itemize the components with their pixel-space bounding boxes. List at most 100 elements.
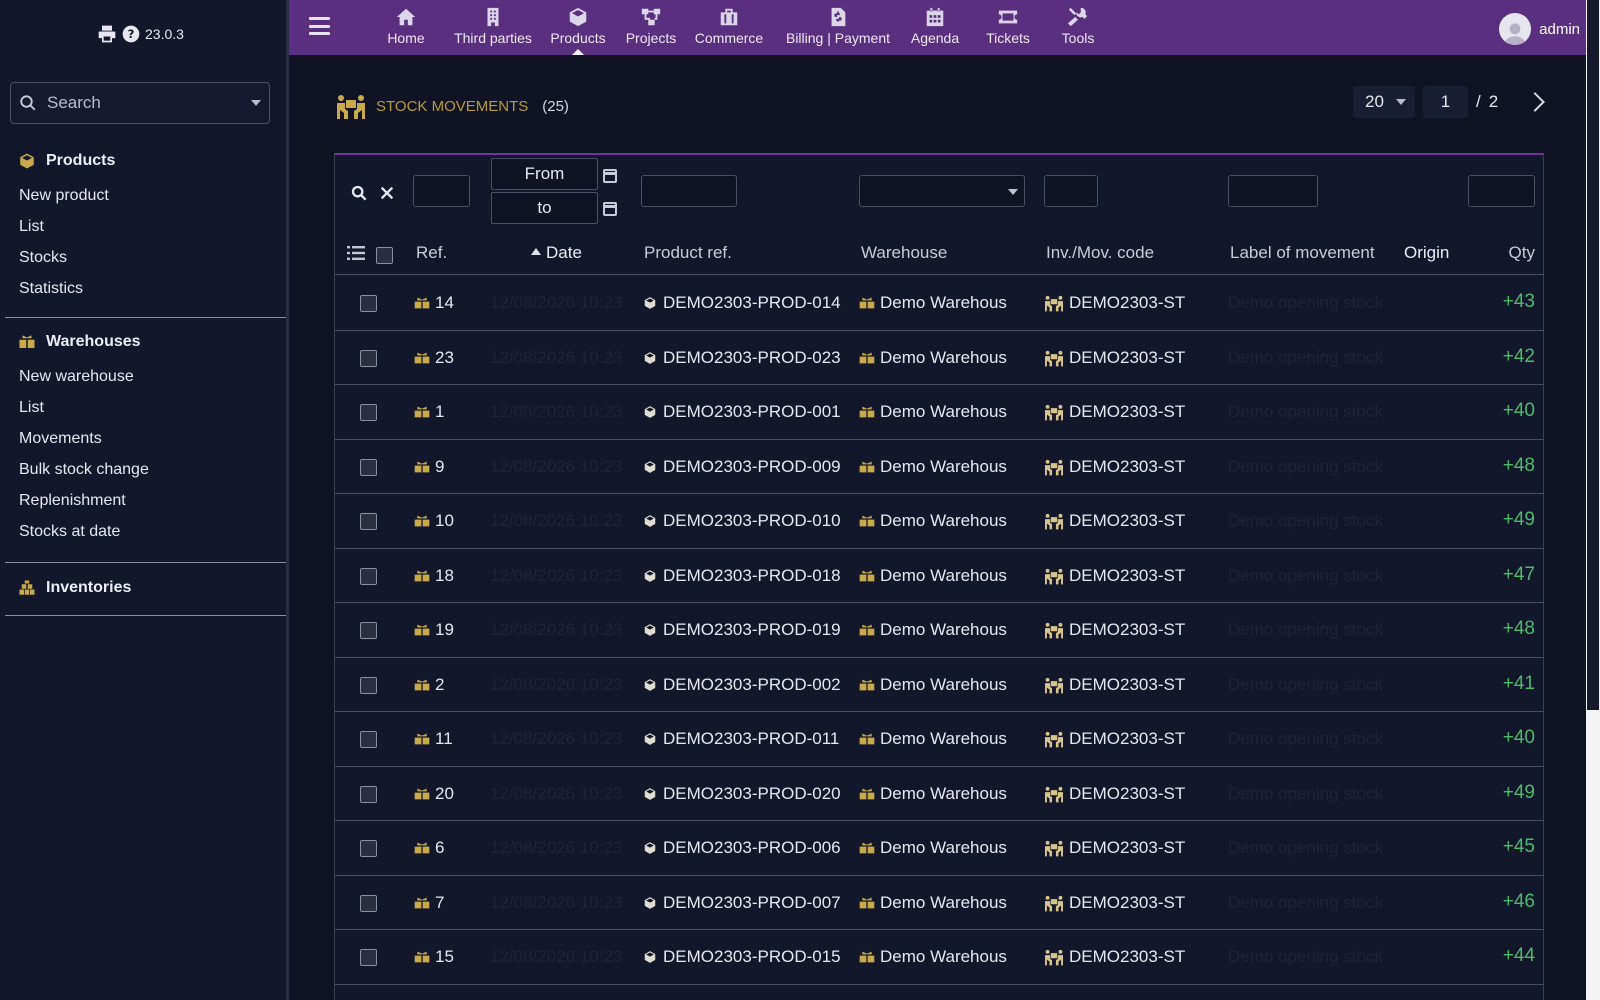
row-product-ref[interactable]: DEMO2303-PROD-011 — [642, 729, 839, 749]
nav-commerce[interactable]: Commerce — [693, 6, 765, 46]
row-checkbox[interactable] — [360, 622, 377, 639]
row-ref[interactable]: 2 — [414, 675, 444, 695]
row-warehouse[interactable]: Demo Warehous — [859, 511, 1007, 531]
nav-products[interactable]: Products — [547, 6, 609, 46]
row-checkbox[interactable] — [360, 894, 377, 912]
row-checkbox[interactable] — [360, 349, 377, 367]
row-ref[interactable]: 14 — [414, 293, 454, 313]
row-warehouse[interactable]: Demo Warehous — [859, 293, 1007, 313]
row-checkbox[interactable] — [360, 458, 377, 476]
row-warehouse[interactable]: Demo Warehous — [859, 402, 1007, 422]
page-number-input[interactable]: 1 — [1423, 86, 1468, 118]
row-mov-code[interactable]: DEMO2303-ST — [1044, 620, 1185, 640]
row-mov-code[interactable]: DEMO2303-ST — [1044, 838, 1185, 858]
filter-ref-input[interactable] — [413, 175, 470, 207]
row-checkbox[interactable] — [360, 785, 377, 803]
row-product-ref[interactable]: DEMO2303-PROD-002 — [642, 675, 841, 695]
page-scrollbar[interactable] — [1586, 0, 1600, 1000]
filter-qty-input[interactable] — [1468, 175, 1535, 207]
page-size-select[interactable]: 20 — [1353, 86, 1415, 118]
menu-item-stocks-at-date[interactable]: Stocks at date — [0, 516, 286, 547]
menu-item-statistics[interactable]: Statistics — [0, 273, 286, 304]
row-ref[interactable]: 18 — [414, 566, 454, 586]
row-warehouse[interactable]: Demo Warehous — [859, 348, 1007, 368]
nav-tickets[interactable]: Tickets — [983, 6, 1033, 46]
row-mov-code[interactable]: DEMO2303-ST — [1044, 511, 1185, 531]
menu-item-warehouse-list[interactable]: List — [0, 392, 286, 423]
menu-item-replenishment[interactable]: Replenishment — [0, 485, 286, 516]
scrollbar-thumb[interactable] — [1587, 0, 1599, 710]
filter-code-input[interactable] — [1044, 175, 1098, 207]
row-ref[interactable]: 6 — [414, 838, 444, 858]
row-mov-code[interactable]: DEMO2303-ST — [1044, 784, 1185, 804]
row-product-ref[interactable]: DEMO2303-PROD-015 — [642, 947, 841, 967]
calendar-icon[interactable] — [603, 202, 617, 216]
col-qty[interactable]: Qty — [1509, 243, 1535, 263]
row-ref[interactable]: 7 — [414, 893, 444, 913]
col-date[interactable]: Date — [531, 243, 582, 263]
nav-projects[interactable]: Projects — [622, 6, 680, 46]
page-total[interactable]: 2 — [1489, 92, 1498, 112]
row-warehouse[interactable]: Demo Warehous — [859, 620, 1007, 640]
row-checkbox[interactable] — [360, 949, 377, 966]
menu-item-movements[interactable]: Movements — [0, 423, 286, 454]
row-warehouse[interactable]: Demo Warehous — [859, 838, 1007, 858]
row-mov-code[interactable]: DEMO2303-ST — [1044, 293, 1185, 313]
row-mov-code[interactable]: DEMO2303-ST — [1044, 675, 1185, 695]
search-icon[interactable] — [351, 185, 367, 201]
column-selector-icon[interactable] — [347, 245, 365, 266]
row-warehouse[interactable]: Demo Warehous — [859, 947, 1007, 967]
row-checkbox[interactable] — [360, 404, 377, 421]
select-all-checkbox[interactable] — [376, 247, 393, 264]
chevron-down-icon[interactable] — [251, 100, 261, 106]
user-menu[interactable]: admin — [1499, 13, 1580, 45]
row-warehouse[interactable]: Demo Warehous — [859, 893, 1007, 913]
menu-head-inventories[interactable]: Inventories — [0, 573, 286, 603]
row-mov-code[interactable]: DEMO2303-ST — [1044, 457, 1185, 477]
menu-item-new-warehouse[interactable]: New warehouse — [0, 361, 286, 392]
row-warehouse[interactable]: Demo Warehous — [859, 457, 1007, 477]
menu-head-warehouses[interactable]: Warehouses — [0, 327, 286, 357]
row-product-ref[interactable]: DEMO2303-PROD-001 — [642, 402, 841, 422]
row-product-ref[interactable]: DEMO2303-PROD-006 — [642, 838, 841, 858]
row-mov-code[interactable]: DEMO2303-ST — [1044, 348, 1185, 368]
row-warehouse[interactable]: Demo Warehous — [859, 675, 1007, 695]
row-checkbox[interactable] — [360, 567, 377, 585]
row-checkbox[interactable] — [360, 731, 377, 748]
row-checkbox[interactable] — [360, 295, 377, 312]
sidebar-search[interactable]: Search — [10, 82, 270, 124]
row-ref[interactable]: 9 — [414, 457, 444, 477]
menu-item-bulk-stock-change[interactable]: Bulk stock change — [0, 454, 286, 485]
row-checkbox[interactable] — [360, 513, 377, 530]
col-ref[interactable]: Ref. — [416, 243, 447, 263]
app-logo[interactable]: ? 23.0.3 — [97, 24, 184, 44]
filter-date-from[interactable]: From — [491, 158, 598, 190]
col-product-ref[interactable]: Product ref. — [644, 243, 732, 263]
nav-billing-payment[interactable]: Billing | Payment — [783, 6, 893, 46]
row-product-ref[interactable]: DEMO2303-PROD-014 — [642, 293, 841, 313]
help-icon[interactable]: ? — [121, 24, 141, 44]
col-warehouse[interactable]: Warehouse — [861, 243, 947, 263]
row-mov-code[interactable]: DEMO2303-ST — [1044, 402, 1185, 422]
row-product-ref[interactable]: DEMO2303-PROD-018 — [642, 566, 841, 586]
row-ref[interactable]: 23 — [414, 348, 454, 368]
menu-item-stocks[interactable]: Stocks — [0, 242, 286, 273]
row-warehouse[interactable]: Demo Warehous — [859, 784, 1007, 804]
row-product-ref[interactable]: DEMO2303-PROD-019 — [642, 620, 841, 640]
row-ref[interactable]: 15 — [414, 947, 454, 967]
filter-date-to[interactable]: to — [491, 192, 598, 224]
menu-head-products[interactable]: Products — [0, 146, 286, 176]
row-ref[interactable]: 11 — [414, 729, 453, 749]
row-mov-code[interactable]: DEMO2303-ST — [1044, 566, 1185, 586]
row-warehouse[interactable]: Demo Warehous — [859, 566, 1007, 586]
next-page-icon[interactable] — [1525, 92, 1546, 112]
calendar-icon[interactable] — [603, 169, 617, 183]
row-product-ref[interactable]: DEMO2303-PROD-023 — [642, 348, 841, 368]
row-ref[interactable]: 10 — [414, 511, 454, 531]
row-checkbox[interactable] — [360, 676, 377, 694]
row-warehouse[interactable]: Demo Warehous — [859, 729, 1007, 749]
menu-item-new-product[interactable]: New product — [0, 180, 286, 211]
row-ref[interactable]: 20 — [414, 784, 454, 804]
row-ref[interactable]: 1 — [414, 402, 444, 422]
col-mov-code[interactable]: Inv./Mov. code — [1046, 243, 1154, 263]
